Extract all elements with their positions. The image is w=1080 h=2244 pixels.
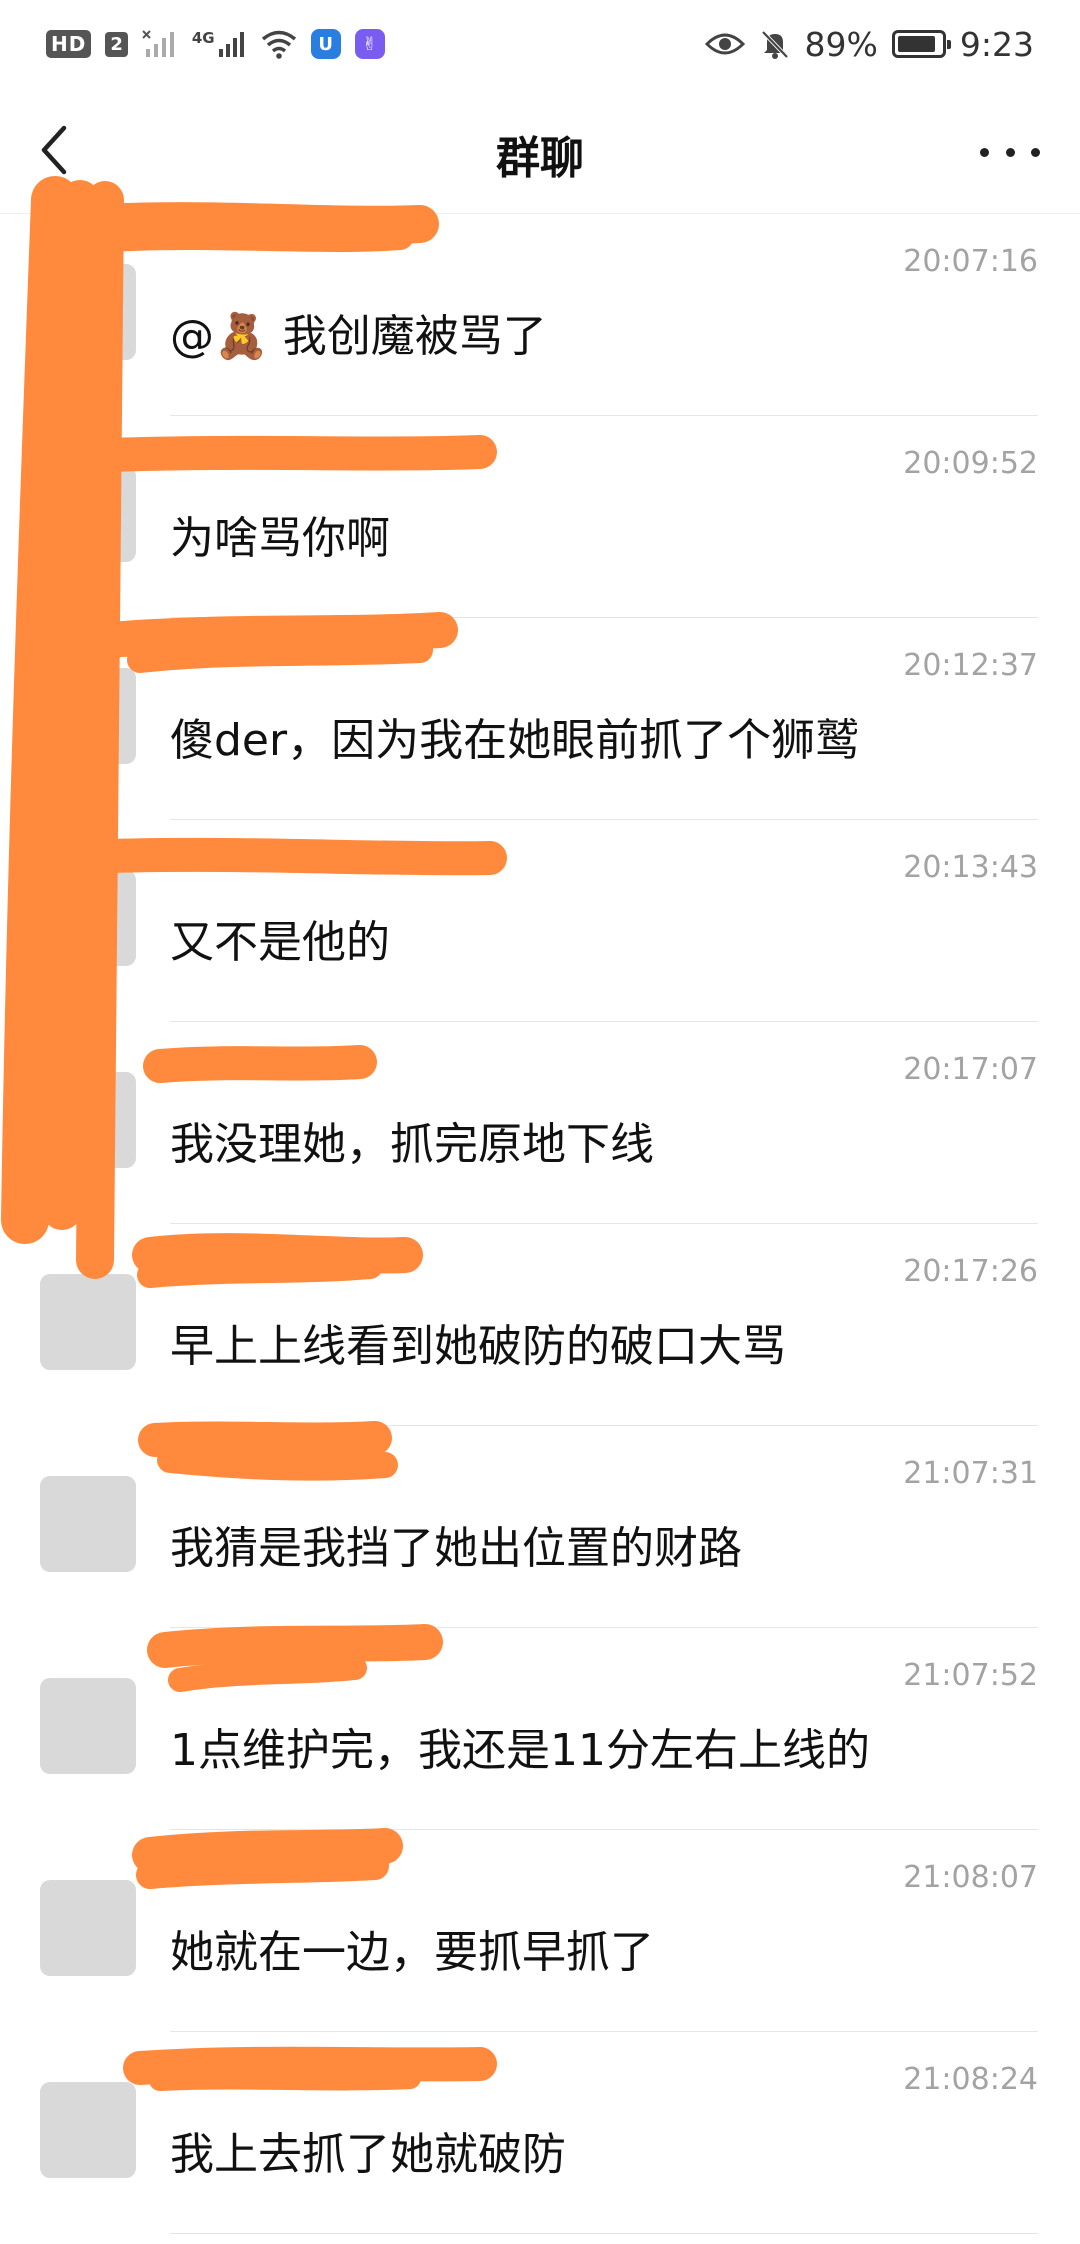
sim-slot-badge: 2: [105, 31, 128, 57]
message-timestamp: 21:07:52: [903, 1658, 1038, 1693]
message-text[interactable]: 我猜是我挡了她出位置的财路: [170, 1512, 742, 1576]
avatar[interactable]: [40, 1880, 136, 1976]
signal-4g-icon: 4G: [192, 29, 247, 59]
more-dots-icon: [980, 147, 989, 157]
message-timestamp: 20:07:16: [903, 244, 1038, 279]
eye-icon: [704, 33, 745, 55]
battery-level-fill: [897, 36, 936, 52]
divider: [170, 2233, 1038, 2234]
message-text[interactable]: 1点维护完，我还是11分左右上线的: [170, 1714, 870, 1778]
message-text[interactable]: 又不是他的: [170, 906, 390, 970]
message-item[interactable]: 20:07:16 @🧸 我创魔被骂了: [0, 214, 1080, 416]
battery-icon: [891, 30, 951, 58]
message-timestamp: 21:07:31: [903, 1456, 1038, 1491]
message-item[interactable]: 21:08:24 我上去抓了她就破防: [0, 2032, 1080, 2234]
app-notification-icon: U: [310, 29, 341, 59]
message-item[interactable]: 20:17:26 早上上线看到她破防的破口大骂: [0, 1224, 1080, 1426]
more-options-button[interactable]: [980, 132, 1040, 172]
clock: 9:23: [959, 24, 1034, 64]
chat-screen: HD 2 4G U ✌ 89% 9:23 群聊 20:07:16 @🧸 我创魔被…: [0, 0, 1080, 2244]
message-item[interactable]: 20:09:52 为啥骂你啊: [0, 416, 1080, 618]
message-timestamp: 20:17:07: [903, 1052, 1038, 1087]
avatar[interactable]: [40, 1678, 136, 1774]
message-timestamp: 20:12:37: [903, 648, 1038, 683]
message-text[interactable]: 早上上线看到她破防的破口大骂: [170, 1310, 786, 1374]
avatar[interactable]: [40, 1274, 136, 1370]
message-text[interactable]: 我没理她，抓完原地下线: [170, 1108, 654, 1172]
message-timestamp: 21:08:24: [903, 2062, 1038, 2097]
message-text[interactable]: 为啥骂你啊: [170, 502, 390, 566]
message-text[interactable]: @🧸 我创魔被骂了: [170, 300, 547, 364]
message-timestamp: 20:13:43: [903, 850, 1038, 885]
chat-header: 群聊: [0, 88, 1080, 214]
avatar[interactable]: [40, 1476, 136, 1572]
avatar[interactable]: [40, 264, 136, 360]
app-notification-icon: ✌: [354, 29, 385, 59]
message-text[interactable]: 傻der，因为我在她眼前抓了个狮鹫: [170, 704, 859, 768]
message-item[interactable]: 20:12:37 傻der，因为我在她眼前抓了个狮鹫: [0, 618, 1080, 820]
status-bar: HD 2 4G U ✌ 89% 9:23: [0, 0, 1080, 88]
avatar[interactable]: [40, 870, 136, 966]
message-item[interactable]: 21:07:31 我猜是我挡了她出位置的财路: [0, 1426, 1080, 1628]
status-bar-left: HD 2 4G U ✌: [46, 29, 385, 59]
message-timestamp: 20:09:52: [903, 446, 1038, 481]
page-title: 群聊: [496, 133, 584, 184]
message-text[interactable]: 我上去抓了她就破防: [170, 2118, 566, 2182]
mute-bell-icon: [761, 30, 788, 59]
more-dots-icon: [1005, 147, 1015, 157]
network-type-label: 4G: [191, 29, 215, 47]
message-item[interactable]: 20:17:07 我没理她，抓完原地下线: [0, 1022, 1080, 1224]
wifi-icon: [261, 30, 296, 59]
hd-icon: HD: [46, 30, 92, 58]
message-text[interactable]: 她就在一边，要抓早抓了: [170, 1916, 654, 1980]
message-timestamp: 20:17:26: [903, 1254, 1038, 1289]
battery-percent: 89%: [804, 24, 878, 64]
avatar[interactable]: [40, 1072, 136, 1168]
avatar[interactable]: [40, 466, 136, 562]
message-item[interactable]: 21:07:52 1点维护完，我还是11分左右上线的: [0, 1628, 1080, 1830]
more-dots-icon: [1031, 147, 1040, 157]
no-signal-icon: [142, 30, 174, 57]
avatar[interactable]: [40, 2082, 136, 2178]
message-item[interactable]: 20:13:43 又不是他的: [0, 820, 1080, 1022]
message-timestamp: 21:08:07: [903, 1860, 1038, 1895]
status-bar-right: 89% 9:23: [704, 24, 1034, 64]
avatar[interactable]: [40, 668, 136, 764]
message-item[interactable]: 21:08:07 她就在一边，要抓早抓了: [0, 1830, 1080, 2032]
